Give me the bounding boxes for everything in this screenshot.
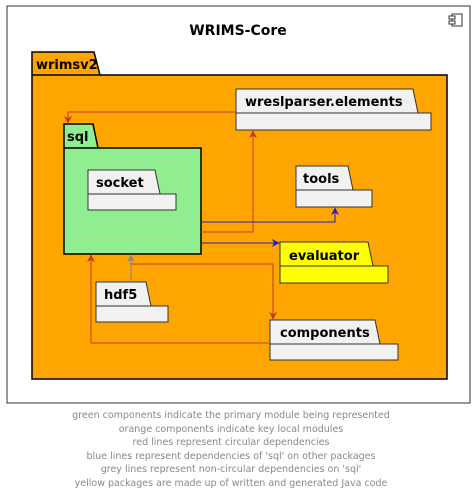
package-sql-label: sql [67, 130, 89, 145]
package-hdf5-label: hdf5 [104, 288, 137, 303]
diagram-title: WRIMS-Core [189, 23, 287, 39]
legend-line-5: grey lines represent non-circular depend… [101, 464, 362, 475]
package-components-label: components [280, 326, 370, 341]
legend: green components indicate the primary mo… [72, 410, 390, 489]
legend-line-6: yellow packages are made up of written a… [75, 478, 388, 489]
package-wrimsv2-label: wrimsv2 [36, 58, 98, 73]
package-socket-label: socket [96, 176, 144, 191]
legend-line-1: green components indicate the primary mo… [72, 410, 390, 421]
package-wreslparser-label: wreslparser.elements [245, 95, 403, 110]
legend-line-2: orange components indicate key local mod… [119, 424, 344, 435]
dependency-diagram: WRIMS-Core wrimsv2 sql socket wreslparse… [6, 5, 471, 489]
package-evaluator-label: evaluator [289, 249, 360, 264]
package-tools-label: tools [303, 172, 340, 187]
legend-line-3: red lines represent circular dependencie… [133, 437, 330, 448]
legend-line-4: blue lines represent dependencies of 'sq… [87, 451, 376, 462]
package-wreslparser-elements: wreslparser.elements [235, 88, 432, 131]
